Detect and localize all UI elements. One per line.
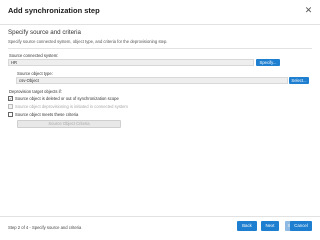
footer-status: Step 2 of 4 - Specify source and criteri… xyxy=(8,225,82,230)
source-object-type-label: Source object type: xyxy=(17,71,53,76)
step-description: Specify source connected system, object … xyxy=(8,39,168,44)
add-sync-step-dialog: Add synchronization step ✕ Specify sourc… xyxy=(0,0,320,240)
next-button[interactable]: Next xyxy=(261,221,279,231)
dialog-title: Add synchronization step xyxy=(8,6,100,15)
step-heading: Specify source and criteria xyxy=(8,29,81,36)
footer-divider xyxy=(0,216,320,217)
close-icon[interactable]: ✕ xyxy=(304,6,313,15)
deprovision-label: Deprovision target objects if: xyxy=(9,89,62,94)
initiated-checkbox[interactable] xyxy=(8,104,13,109)
deleted-checkbox[interactable]: ✓ xyxy=(8,96,13,101)
dialog-titlebar: Add synchronization step ✕ xyxy=(0,0,320,24)
back-button[interactable]: Back xyxy=(237,221,257,231)
specify-button[interactable]: Specify... xyxy=(256,59,280,66)
source-object-type-field: csv-Object xyxy=(16,77,288,84)
initiated-checkbox-label: Source object deprovisioning is initiate… xyxy=(15,104,128,109)
source-object-criteria-button[interactable]: Source Object Criteria xyxy=(17,120,121,128)
cancel-button[interactable]: Cancel xyxy=(290,221,312,231)
source-system-label: Source connected system: xyxy=(9,53,59,58)
source-system-field: HR xyxy=(8,59,254,66)
deleted-checkbox-label: Source object is deleted or out of synch… xyxy=(15,96,119,101)
title-divider xyxy=(0,24,320,25)
select-button[interactable]: Select... xyxy=(289,77,309,84)
criteria-checkbox[interactable] xyxy=(8,112,13,117)
criteria-checkbox-label: Source object meets these criteria xyxy=(15,112,79,117)
section-divider xyxy=(8,48,312,49)
